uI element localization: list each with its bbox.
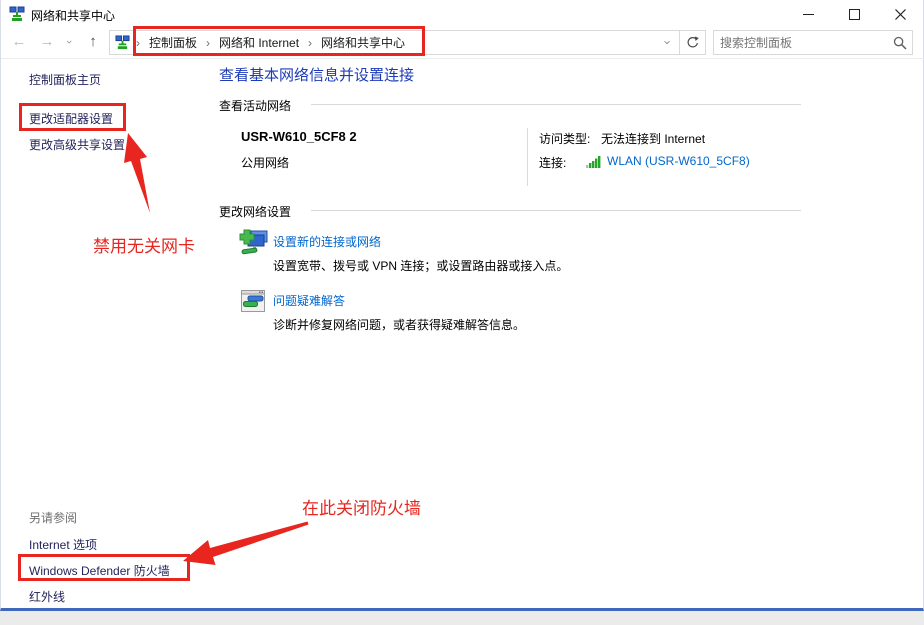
recent-pages-dropdown[interactable]: › xyxy=(61,30,77,54)
maximize-icon xyxy=(849,9,860,20)
up-icon: ↑ xyxy=(89,33,97,50)
task-troubleshoot-link[interactable]: 问题疑难解答 xyxy=(273,292,345,309)
task-troubleshoot-desc: 诊断并修复网络问题，或者获得疑难解答信息。 xyxy=(273,316,525,333)
see-also-header: 另请参阅 xyxy=(29,509,77,526)
address-bar[interactable]: › 控制面板 › 网络和 Internet › 网络和共享中心 › xyxy=(109,30,706,55)
chevron-down-icon: › xyxy=(660,40,675,44)
annotation-close-firewall: 在此关闭防火墙 xyxy=(302,494,421,519)
change-network-settings-label: 更改网络设置 xyxy=(219,203,291,220)
page-title: 查看基本网络信息并设置连接 xyxy=(219,64,414,85)
close-button[interactable] xyxy=(877,0,923,28)
search-icon[interactable] xyxy=(888,36,912,50)
refresh-icon xyxy=(686,36,699,49)
maximize-button[interactable] xyxy=(831,0,877,28)
close-icon xyxy=(895,9,906,20)
sidebar-item-internet-options[interactable]: Internet 选项 xyxy=(29,536,97,553)
window-title: 网络和共享中心 xyxy=(31,7,115,24)
network-name: USR-W610_5CF8 2 xyxy=(241,129,357,144)
access-type-label: 访问类型: xyxy=(539,130,590,147)
up-button[interactable]: ↑ xyxy=(81,30,105,54)
task-setup-new-connection-link[interactable]: 设置新的连接或网络 xyxy=(273,233,381,250)
active-networks-label: 查看活动网络 xyxy=(219,97,291,114)
forward-button[interactable]: → xyxy=(35,30,59,54)
minimize-icon xyxy=(803,9,814,20)
connection-wlan-link[interactable]: WLAN (USR-W610_5CF8) xyxy=(607,154,750,168)
sidebar-item-control-panel-home[interactable]: 控制面板主页 xyxy=(29,71,101,88)
network-profile: 公用网络 xyxy=(241,154,289,171)
breadcrumb-item-network-sharing-center[interactable]: 网络和共享中心 xyxy=(312,34,414,51)
troubleshoot-icon xyxy=(241,290,266,316)
network-app-icon xyxy=(9,6,25,25)
caption-buttons xyxy=(785,0,923,28)
chevron-down-icon: › xyxy=(57,40,81,44)
toolbar-divider xyxy=(1,58,924,59)
task-setup-new-connection-desc: 设置宽带、拨号或 VPN 连接；或设置路由器或接入点。 xyxy=(273,257,568,274)
connection-label: 连接: xyxy=(539,154,566,171)
section-rule xyxy=(311,104,801,105)
new-connection-icon xyxy=(239,228,269,259)
search-box xyxy=(713,30,913,55)
refresh-button[interactable] xyxy=(679,31,705,54)
titlebar: 网络和共享中心 xyxy=(1,0,923,28)
network-divider xyxy=(527,128,528,186)
access-type-value: 无法连接到 Internet xyxy=(601,130,705,147)
forward-icon: → xyxy=(40,33,55,50)
breadcrumb-item-network-internet[interactable]: 网络和 Internet xyxy=(210,34,308,51)
sidebar-item-change-adapter-settings[interactable]: 更改适配器设置 xyxy=(29,110,113,127)
annotation-disable-adapters: 禁用无关网卡 xyxy=(93,232,195,257)
breadcrumb-item-control-panel[interactable]: 控制面板 xyxy=(140,34,206,51)
sidebar-item-advanced-sharing-settings[interactable]: 更改高级共享设置 xyxy=(29,136,125,153)
address-network-icon xyxy=(115,35,130,50)
app-window: 网络和共享中心 ← → › ↑ xyxy=(0,0,924,611)
search-input[interactable] xyxy=(714,36,888,50)
back-icon: ← xyxy=(12,33,27,50)
screen: 网络和共享中心 ← → › ↑ xyxy=(0,0,924,625)
breadcrumb-separator-icon: › xyxy=(130,36,140,50)
wifi-signal-icon xyxy=(586,155,603,171)
back-button[interactable]: ← xyxy=(7,30,31,54)
section-rule xyxy=(311,210,801,211)
address-dropdown-button[interactable]: › xyxy=(657,31,679,54)
sidebar-item-windows-defender-firewall[interactable]: Windows Defender 防火墙 xyxy=(29,562,170,579)
minimize-button[interactable] xyxy=(785,0,831,28)
sidebar-item-infrared[interactable]: 红外线 xyxy=(29,588,65,605)
